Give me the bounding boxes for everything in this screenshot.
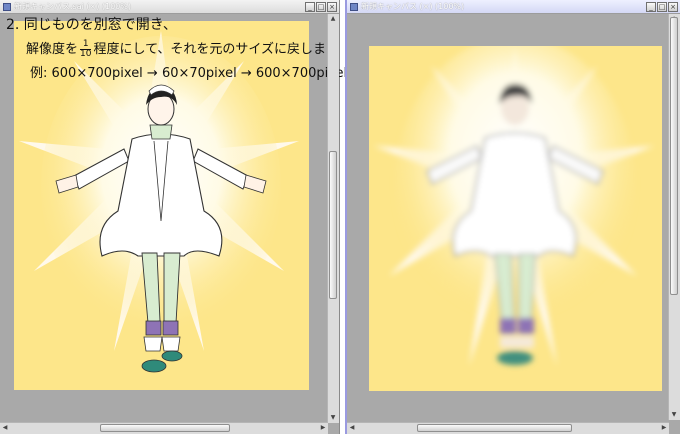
minimize-icon[interactable]: _	[646, 2, 656, 12]
drawing-canvas[interactable]	[369, 46, 662, 391]
close-icon[interactable]: ×	[668, 2, 678, 12]
window-title: 新規キャンバス.sai (×) (100%)	[14, 2, 131, 11]
horizontal-scroll-thumb[interactable]	[100, 424, 230, 432]
maximize-icon[interactable]: □	[316, 2, 326, 12]
canvas-window-mosaic[interactable]: 新規キャンバス (×) (100%) _ □ × ▼ ◀ ▶	[345, 0, 680, 434]
window-title: 新規キャンバス (×) (100%)	[361, 2, 465, 11]
scroll-up-icon[interactable]: ▲	[328, 14, 338, 24]
fraction-denominator: 10	[80, 49, 92, 59]
title-bar[interactable]: 新規キャンバス (×) (100%) _ □ ×	[347, 0, 680, 14]
instruction-resolution-text: 解像度を 1 10 程度にして、それを元のサイズに戻します	[26, 38, 339, 59]
vertical-scrollbar[interactable]: ▲ ▼	[668, 14, 680, 420]
scroll-left-icon[interactable]: ◀	[0, 423, 10, 433]
fraction: 1 10	[80, 39, 92, 59]
window-icon	[350, 3, 358, 11]
instruction-text-part: 解像度を	[26, 42, 79, 57]
horizontal-scrollbar[interactable]: ◀ ▶	[0, 422, 328, 434]
instruction-example-text: 例: 600×700pixel → 60×70pixel → 600×700pi…	[30, 66, 348, 81]
close-icon[interactable]: ×	[327, 2, 337, 12]
maximize-icon[interactable]: □	[657, 2, 667, 12]
scroll-right-icon[interactable]: ▶	[318, 423, 328, 433]
instruction-text-part: 程度にして、それを元のサイズに戻します	[93, 42, 340, 57]
fraction-numerator: 1	[82, 39, 89, 49]
scroll-right-icon[interactable]: ▶	[659, 423, 669, 433]
vertical-scroll-thumb[interactable]	[670, 17, 678, 295]
horizontal-scroll-thumb[interactable]	[417, 424, 572, 432]
window-icon	[3, 3, 11, 11]
canvas-window-original[interactable]: 新規キャンバス.sai (×) (100%) _ □ × 2. 同じものを別窓で…	[0, 0, 347, 434]
scroll-down-icon[interactable]: ▼	[328, 413, 338, 423]
scroll-left-icon[interactable]: ◀	[347, 423, 357, 433]
illustration-blurred	[369, 46, 662, 391]
vertical-scroll-thumb[interactable]	[329, 151, 337, 299]
instruction-step-text: 2. 同じものを別窓で開き、	[6, 17, 177, 33]
minimize-icon[interactable]: _	[305, 2, 315, 12]
horizontal-scrollbar[interactable]: ◀ ▶	[347, 422, 669, 434]
scroll-down-icon[interactable]: ▼	[669, 410, 679, 420]
vertical-scrollbar[interactable]: ▲ ▼	[327, 14, 339, 423]
title-bar[interactable]: 新規キャンバス.sai (×) (100%) _ □ ×	[0, 0, 339, 14]
